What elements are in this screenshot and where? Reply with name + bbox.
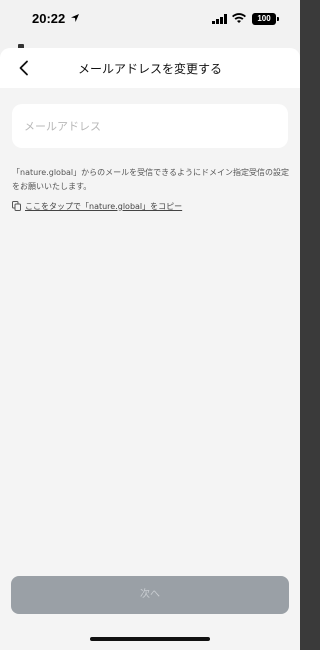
battery-indicator: 100 (252, 13, 276, 25)
next-button[interactable]: 次へ (11, 576, 289, 614)
copy-domain-link[interactable]: ここをタップで「nature.global」をコピー (12, 199, 182, 213)
status-time: 20:22 (32, 11, 66, 26)
domain-instruction-text: 「nature.global」からのメールを受信できるようにドメイン指定受信の設… (12, 168, 289, 191)
copy-link-label: ここをタップで「nature.global」をコピー (25, 201, 183, 211)
navigation-bar: メールアドレスを変更する (0, 48, 300, 88)
page-title: メールアドレスを変更する (77, 62, 222, 76)
battery-tip (277, 17, 279, 21)
wifi-icon (232, 13, 246, 23)
copy-icon (12, 201, 21, 211)
modal-sheet: メールアドレスを変更する 「nature.global」からのメールを受信できる… (0, 48, 300, 650)
cellular-signal-icon (212, 14, 227, 24)
email-field[interactable] (12, 104, 288, 148)
home-indicator[interactable] (90, 637, 210, 641)
location-arrow-icon (71, 14, 79, 22)
status-bar: 20:22 100 (0, 0, 300, 50)
